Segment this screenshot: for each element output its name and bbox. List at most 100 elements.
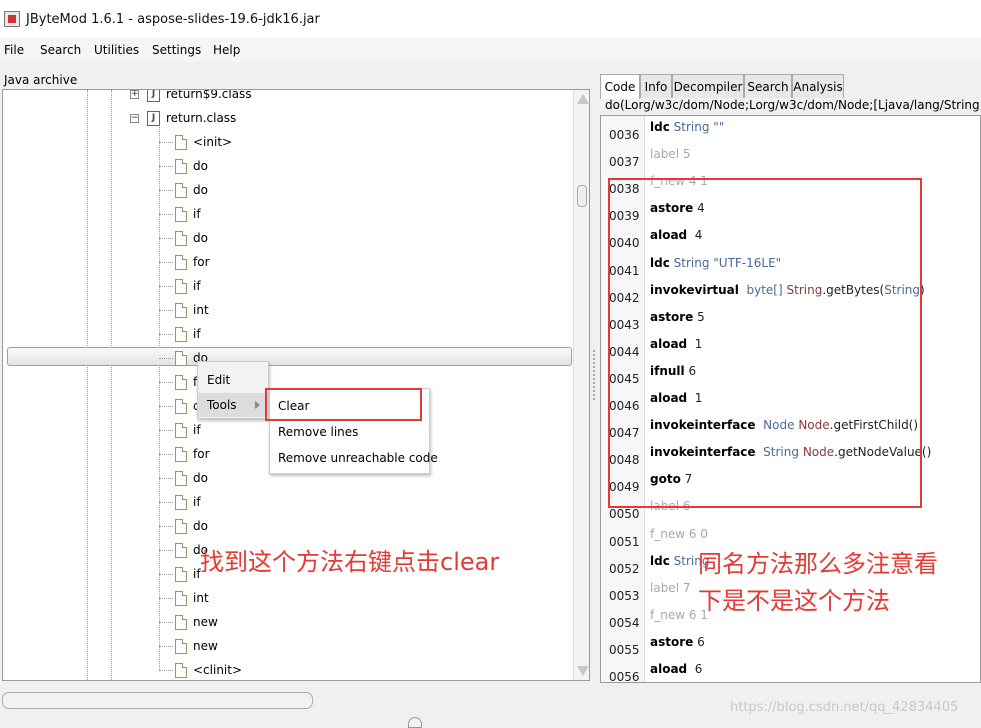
menu-bar: File Search Utilities Settings Help bbox=[0, 38, 981, 62]
line-number: 0056 bbox=[609, 670, 640, 683]
archive-tree[interactable]: + Jreturn$9.class − Jreturn.class <init> do do… bbox=[2, 89, 590, 681]
tree-connector bbox=[159, 142, 173, 143]
collapse-icon[interactable]: − bbox=[130, 113, 139, 123]
code-line[interactable]: label 5 bbox=[650, 147, 690, 161]
submenu-remove-unreachable-code[interactable]: Remove unreachable code bbox=[278, 448, 438, 468]
annotation-right-line1: 同名方法那么多注意看 bbox=[698, 550, 938, 578]
tree-row[interactable]: do bbox=[159, 227, 208, 249]
java-archive-label: Java archive bbox=[4, 73, 78, 87]
code-token: label 7 bbox=[650, 580, 691, 595]
method-file-icon bbox=[175, 590, 187, 606]
tree-connector bbox=[159, 550, 173, 551]
line-number: 0053 bbox=[609, 588, 640, 603]
tree-row[interactable]: f bbox=[159, 371, 197, 393]
tree-connector bbox=[159, 430, 173, 431]
code-token: aload bbox=[650, 662, 688, 676]
panel-splitter[interactable] bbox=[591, 350, 597, 400]
code-token: astore bbox=[650, 634, 694, 649]
code-line[interactable]: f_new 6 0 bbox=[650, 527, 708, 541]
tree-scroll-thumb[interactable] bbox=[577, 185, 587, 207]
tree-row-label: do bbox=[193, 519, 208, 533]
tree-connector bbox=[159, 574, 173, 575]
submenu-remove-lines[interactable]: Remove lines bbox=[278, 422, 358, 442]
tree-row[interactable]: new bbox=[159, 611, 218, 633]
tree-row[interactable]: <clinit> bbox=[159, 659, 243, 680]
tree-row[interactable]: if bbox=[159, 419, 201, 441]
line-number: 0036 bbox=[609, 128, 640, 142]
tree-row[interactable]: if bbox=[159, 563, 201, 585]
tab-decompiler[interactable]: Decompiler bbox=[672, 74, 744, 98]
tree-connector bbox=[159, 502, 173, 503]
line-number: 0054 bbox=[609, 615, 640, 630]
method-file-icon bbox=[175, 638, 187, 654]
tree-row[interactable]: for bbox=[159, 251, 210, 273]
tree-horizontal-scrollbar[interactable] bbox=[2, 692, 313, 709]
tab-info[interactable]: Info bbox=[640, 74, 672, 98]
submenu-arrow-icon bbox=[255, 401, 260, 409]
tree-connector bbox=[159, 526, 173, 527]
tree-row-label: if bbox=[193, 279, 201, 293]
tree-row-label: <clinit> bbox=[193, 663, 243, 677]
context-menu: Edit Tools bbox=[197, 361, 269, 419]
menu-utilities[interactable]: Utilities bbox=[94, 43, 139, 57]
line-number: 0051 bbox=[609, 534, 640, 549]
line-number: 0055 bbox=[609, 642, 640, 657]
tree-row[interactable]: do bbox=[159, 467, 208, 489]
tree-connector bbox=[159, 478, 173, 479]
tree-connector bbox=[159, 454, 173, 455]
tree-guide-line bbox=[159, 120, 160, 670]
method-file-icon bbox=[175, 278, 187, 294]
context-menu-edit[interactable]: Edit bbox=[198, 368, 268, 392]
method-file-icon bbox=[175, 494, 187, 510]
menu-help[interactable]: Help bbox=[213, 43, 240, 57]
tree-row[interactable]: new bbox=[159, 635, 218, 657]
tree-row[interactable]: if bbox=[159, 323, 201, 345]
tree-connector bbox=[159, 214, 173, 215]
tree-row-label: for bbox=[193, 447, 210, 461]
tree-connector bbox=[159, 262, 173, 263]
tree-connector bbox=[159, 646, 173, 647]
tab-analysis[interactable]: Analysis bbox=[792, 74, 844, 98]
tree-connector bbox=[159, 670, 173, 671]
tree-connector bbox=[159, 358, 173, 359]
watermark: https://blog.csdn.net/qq_42834405 bbox=[730, 700, 959, 715]
expand-icon[interactable]: + bbox=[130, 90, 139, 99]
tree-row[interactable]: c bbox=[159, 395, 200, 417]
tree-row[interactable]: do bbox=[159, 515, 208, 537]
code-line[interactable]: label 7 bbox=[650, 581, 690, 595]
tree-row[interactable]: − Jreturn.class bbox=[130, 107, 236, 129]
tab-search[interactable]: Search bbox=[744, 74, 792, 98]
tree-row[interactable]: int bbox=[159, 587, 209, 609]
menu-search[interactable]: Search bbox=[40, 43, 81, 57]
tree-connector bbox=[159, 598, 173, 599]
scroll-up-icon[interactable] bbox=[577, 94, 589, 104]
tab-code[interactable]: Code bbox=[600, 74, 640, 99]
tree-row[interactable]: int bbox=[159, 299, 209, 321]
selected-tree-row[interactable] bbox=[7, 347, 572, 366]
tree-row[interactable]: do bbox=[159, 155, 208, 177]
method-file-icon bbox=[175, 566, 187, 582]
code-line[interactable]: ldc String "" bbox=[650, 120, 724, 134]
scroll-down-icon[interactable] bbox=[577, 666, 589, 676]
tree-row[interactable]: if bbox=[159, 491, 201, 513]
tree-row[interactable]: <init> bbox=[159, 131, 232, 153]
tree-row[interactable]: if bbox=[159, 275, 201, 297]
menu-file[interactable]: File bbox=[4, 43, 24, 57]
class-file-icon: J bbox=[147, 90, 160, 102]
window-title: JByteMod 1.6.1 - aspose-slides-19.6-jdk1… bbox=[26, 12, 320, 27]
code-line[interactable]: aload 6 bbox=[650, 662, 702, 676]
tree-row[interactable]: + Jreturn$9.class bbox=[130, 90, 252, 105]
tree-row-label: int bbox=[193, 591, 209, 605]
tree-connector bbox=[159, 334, 173, 335]
tree-row[interactable]: do bbox=[159, 179, 208, 201]
tree-row[interactable]: for bbox=[159, 443, 210, 465]
code-line[interactable]: astore 6 bbox=[650, 635, 705, 649]
menu-settings[interactable]: Settings bbox=[152, 43, 201, 57]
tree-guide-line bbox=[87, 90, 88, 680]
tree-row-label: if bbox=[193, 207, 201, 221]
tree-vertical-scrollbar[interactable] bbox=[573, 90, 589, 680]
tree-row-label: new bbox=[193, 639, 218, 653]
clear-highlight-box bbox=[265, 388, 422, 421]
context-menu-tools[interactable]: Tools bbox=[198, 393, 268, 417]
tree-row[interactable]: if bbox=[159, 203, 201, 225]
